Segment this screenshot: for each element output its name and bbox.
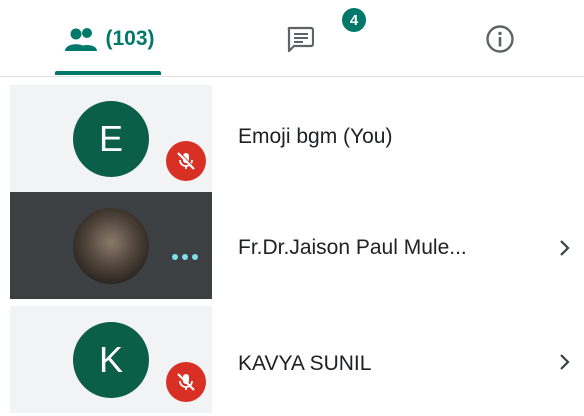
- tab-bar: (103) 4: [0, 0, 584, 77]
- mic-off-icon: [166, 362, 206, 402]
- participant-count: (103): [105, 26, 155, 50]
- participant-name: KAVYA SUNIL: [238, 352, 372, 375]
- tab-people[interactable]: (103): [10, 0, 210, 77]
- participant-row[interactable]: K KAVYA SUNIL: [0, 306, 584, 413]
- people-icon: [65, 27, 99, 51]
- active-tab-indicator: [55, 71, 161, 75]
- tab-divider: [0, 76, 584, 77]
- participant-tile: K: [10, 306, 212, 413]
- tab-info[interactable]: [400, 0, 584, 77]
- avatar: [73, 208, 149, 284]
- participant-row[interactable]: E Emoji bgm (You): [0, 85, 584, 192]
- participant-name: Fr.Dr.Jaison Paul Mule...: [238, 236, 467, 259]
- participant-tile: [10, 192, 212, 299]
- speaking-indicator-icon: [172, 254, 198, 260]
- avatar: E: [73, 101, 149, 177]
- tab-chat[interactable]: 4: [200, 0, 400, 77]
- chevron-right-icon[interactable]: [555, 238, 575, 258]
- participant-tile: E: [10, 85, 212, 192]
- avatar: K: [73, 322, 149, 398]
- info-icon: [485, 24, 515, 54]
- participant-name: Emoji bgm (You): [238, 125, 393, 148]
- unread-badge: 4: [342, 8, 366, 32]
- chat-icon: [286, 26, 314, 52]
- chevron-right-icon[interactable]: [555, 352, 575, 372]
- mic-off-icon: [166, 141, 206, 181]
- participant-row[interactable]: Fr.Dr.Jaison Paul Mule...: [0, 192, 584, 299]
